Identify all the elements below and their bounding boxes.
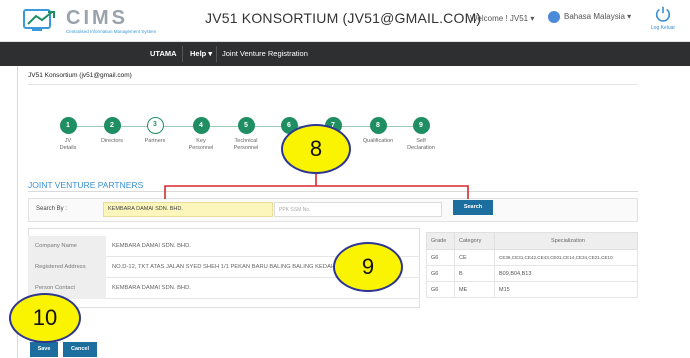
annotation-bracket xyxy=(164,174,469,199)
callout-10: 10 xyxy=(9,293,81,343)
callout-8: 8 xyxy=(281,124,351,174)
callout-9: 9 xyxy=(333,242,403,292)
